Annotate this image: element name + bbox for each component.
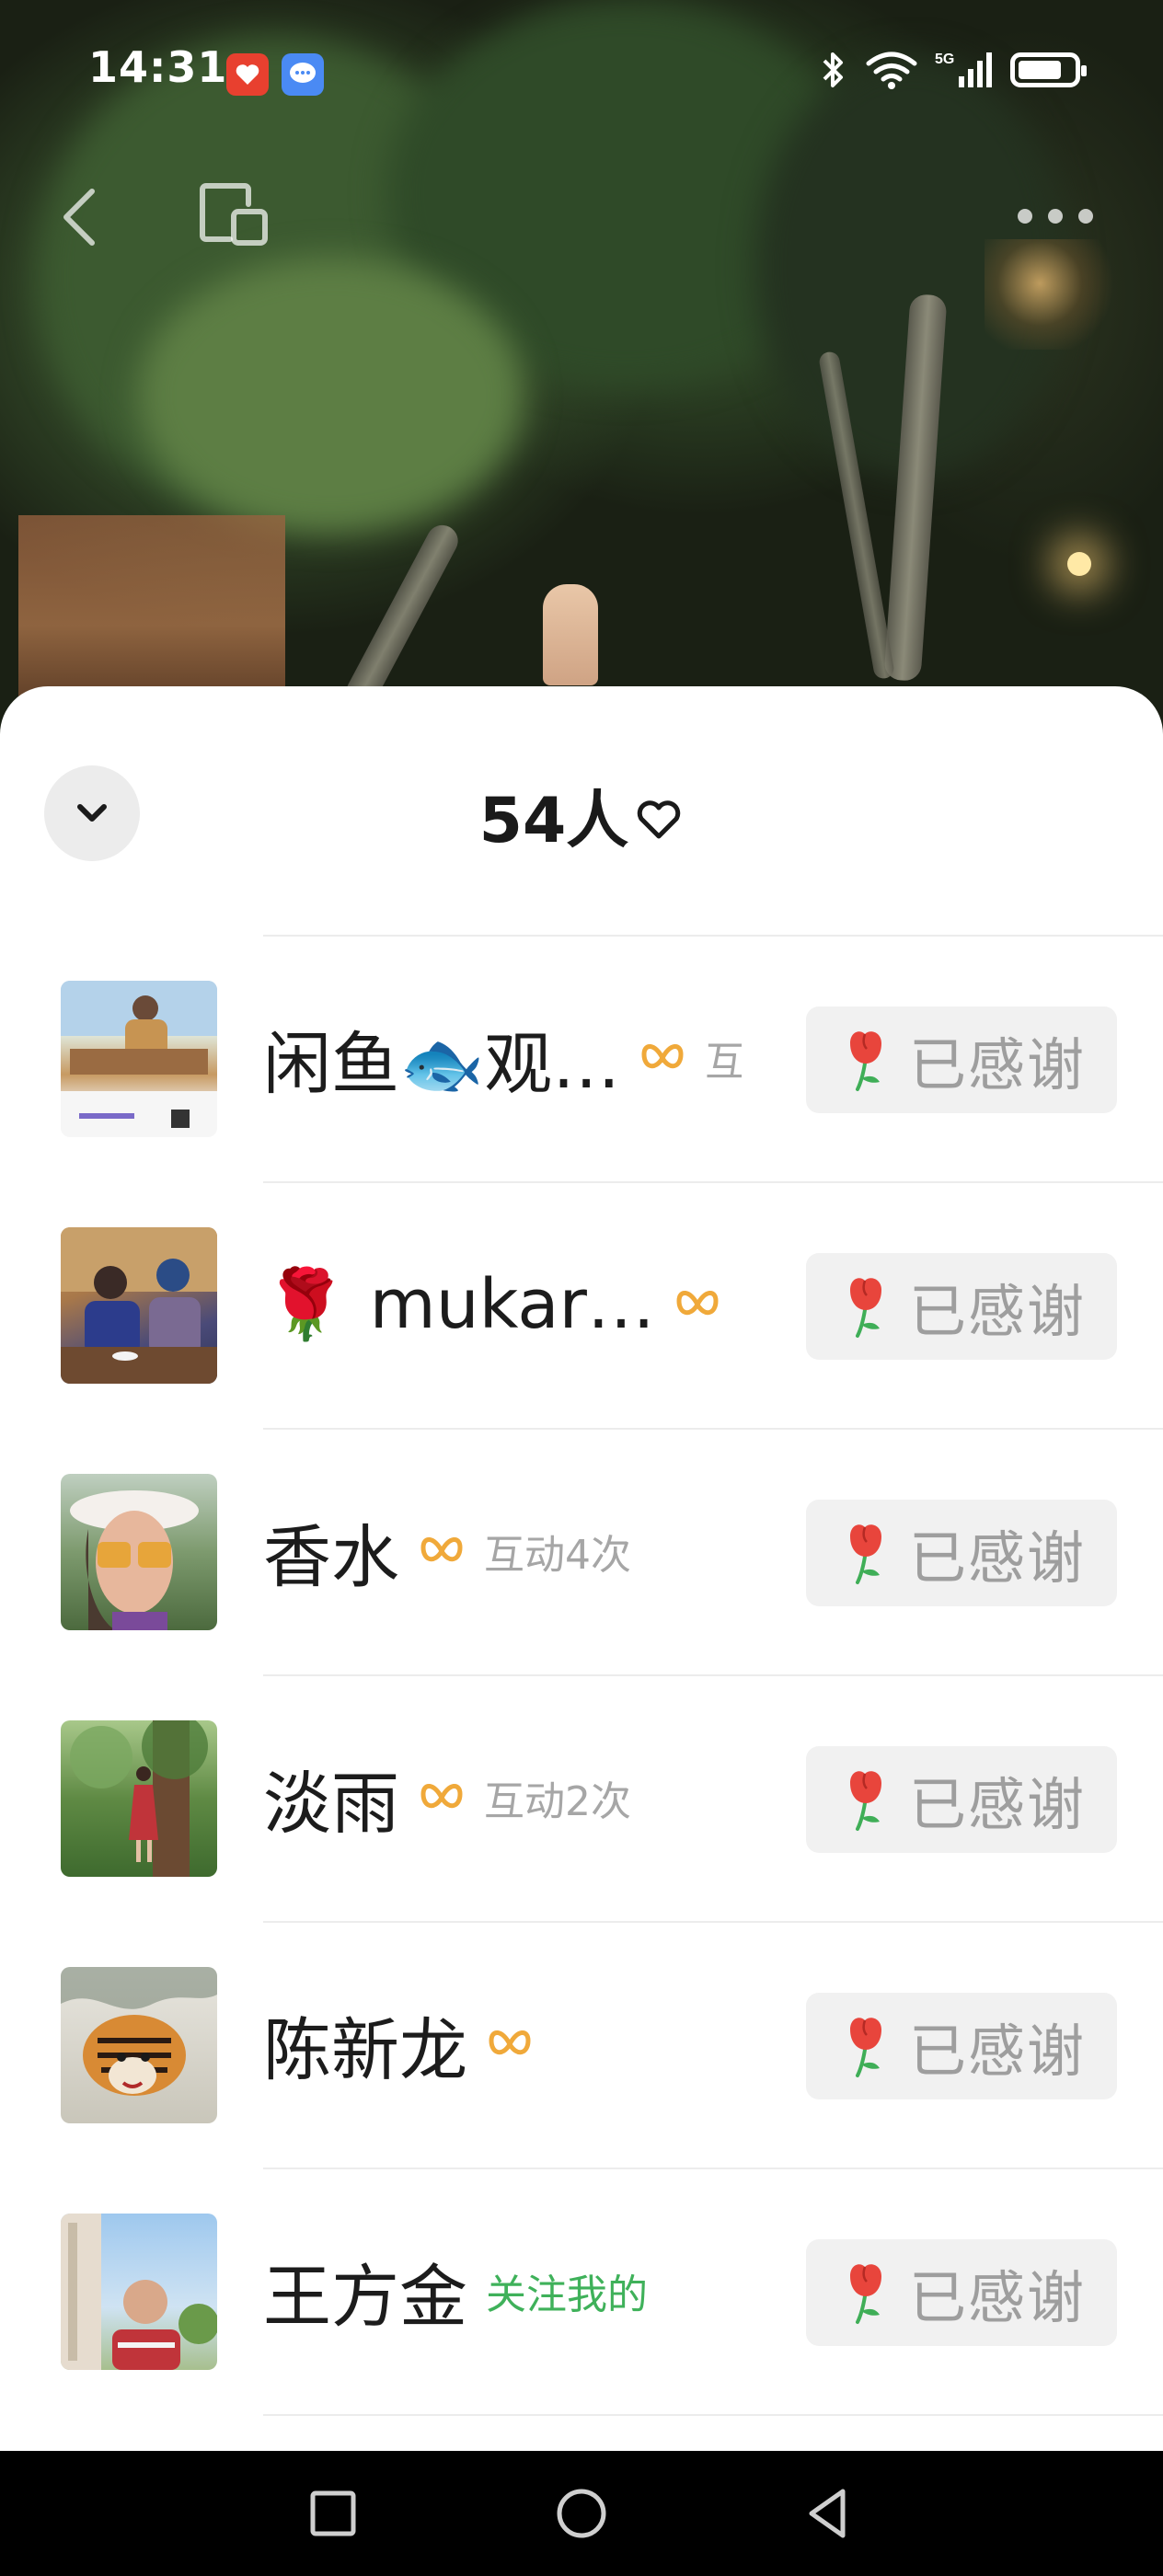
square-recent-icon bbox=[310, 2490, 356, 2536]
list-item[interactable]: 闲鱼🐟观… 互 已感谢 bbox=[0, 935, 1163, 1181]
status-time: 14:31 bbox=[88, 42, 228, 92]
thanked-button[interactable]: 已感谢 bbox=[806, 1500, 1117, 1606]
system-nav-bar bbox=[0, 2451, 1163, 2576]
wifi-icon bbox=[866, 52, 917, 89]
triangle-back-icon bbox=[809, 2489, 846, 2538]
list-item[interactable]: 香水 互动4次 已感谢 bbox=[0, 1428, 1163, 1674]
home-button[interactable] bbox=[552, 2484, 611, 2543]
list-item[interactable]: 🌹 mukar… 已感谢 bbox=[0, 1181, 1163, 1428]
thanked-button[interactable]: 已感谢 bbox=[806, 1993, 1117, 2099]
avatar[interactable] bbox=[61, 1720, 217, 1877]
more-dots-icon bbox=[1018, 209, 1093, 224]
avatar[interactable] bbox=[61, 1967, 217, 2123]
recent-apps-button[interactable] bbox=[304, 2484, 363, 2543]
message-notification-icon bbox=[282, 53, 324, 96]
thanked-label: 已感谢 bbox=[908, 1524, 1086, 1592]
chevron-left-icon bbox=[63, 189, 95, 246]
battery-fill bbox=[1019, 61, 1061, 79]
interaction-count: 互 bbox=[705, 1039, 742, 1086]
friend-badge-icon bbox=[420, 1784, 463, 1809]
floating-window-button[interactable] bbox=[193, 175, 276, 258]
thanked-button[interactable]: 已感谢 bbox=[806, 2239, 1117, 2346]
svg-text:5G: 5G bbox=[935, 52, 954, 67]
friend-badge-icon bbox=[420, 1537, 463, 1562]
sheet-title: 54人 bbox=[0, 769, 1163, 860]
likers-list: 闲鱼🐟观… 互 已感谢 🌹 mukar… 已感谢 香水 互动4次 已感谢 淡雨 … bbox=[0, 935, 1163, 2416]
thanked-label: 已感谢 bbox=[908, 1771, 1086, 1838]
rose-icon bbox=[849, 1524, 881, 1584]
user-name[interactable]: 王方金 bbox=[263, 2242, 467, 2340]
avatar[interactable] bbox=[61, 1474, 217, 1630]
rose-icon bbox=[849, 1771, 881, 1831]
likes-count: 54人 bbox=[478, 785, 629, 857]
thanked-button[interactable]: 已感谢 bbox=[806, 1253, 1117, 1360]
friend-badge-icon bbox=[641, 1044, 684, 1069]
thanked-label: 已感谢 bbox=[908, 1031, 1086, 1098]
thanked-button[interactable]: 已感谢 bbox=[806, 1746, 1117, 1853]
friend-badge-icon bbox=[489, 2030, 531, 2055]
user-name[interactable]: 🌹 mukar… bbox=[263, 1265, 655, 1345]
thanked-label: 已感谢 bbox=[908, 2018, 1086, 2085]
thanked-label: 已感谢 bbox=[908, 1278, 1086, 1345]
list-item[interactable]: 王方金 关注我的 已感谢 bbox=[0, 2168, 1163, 2416]
avatar[interactable] bbox=[61, 981, 217, 1137]
rose-icon bbox=[849, 1031, 881, 1091]
floating-window-icon bbox=[200, 183, 268, 246]
list-item[interactable]: 淡雨 互动2次 已感谢 bbox=[0, 1674, 1163, 1921]
rose-icon bbox=[849, 1278, 881, 1338]
battery-icon bbox=[1010, 52, 1087, 87]
interaction-count: 互动4次 bbox=[484, 1532, 631, 1579]
circle-home-icon bbox=[557, 2489, 606, 2538]
system-back-button[interactable] bbox=[799, 2484, 858, 2543]
heart-outline-icon bbox=[638, 799, 681, 838]
app-notification-icon bbox=[226, 53, 269, 96]
user-name[interactable]: 闲鱼🐟观… bbox=[263, 1009, 620, 1108]
avatar[interactable] bbox=[61, 2214, 217, 2370]
rose-icon bbox=[849, 2264, 881, 2324]
bluetooth-icon bbox=[823, 52, 843, 87]
status-bar: 14:31 5G bbox=[0, 0, 1163, 147]
5g-signal-icon: 5G bbox=[935, 52, 992, 87]
user-name[interactable]: 淡雨 bbox=[263, 1749, 399, 1847]
user-name[interactable]: 香水 bbox=[263, 1502, 399, 1601]
more-button[interactable] bbox=[1005, 184, 1106, 248]
friend-badge-icon bbox=[676, 1291, 719, 1316]
likes-sheet: 54人 闲鱼🐟观… 互 已感谢 🌹 mukar… 已感谢 香水 互动4次 已感谢… bbox=[0, 686, 1163, 2451]
thanked-label: 已感谢 bbox=[908, 2264, 1086, 2331]
thanked-button[interactable]: 已感谢 bbox=[806, 1006, 1117, 1113]
avatar[interactable] bbox=[61, 1227, 217, 1384]
user-name[interactable]: 陈新龙 bbox=[263, 1995, 467, 2094]
rose-icon bbox=[849, 2018, 881, 2077]
interaction-count: 互动2次 bbox=[484, 1778, 631, 1825]
back-button[interactable] bbox=[44, 175, 118, 258]
follow-status: 关注我的 bbox=[486, 2271, 648, 2318]
list-item[interactable]: 陈新龙 已感谢 bbox=[0, 1921, 1163, 2168]
